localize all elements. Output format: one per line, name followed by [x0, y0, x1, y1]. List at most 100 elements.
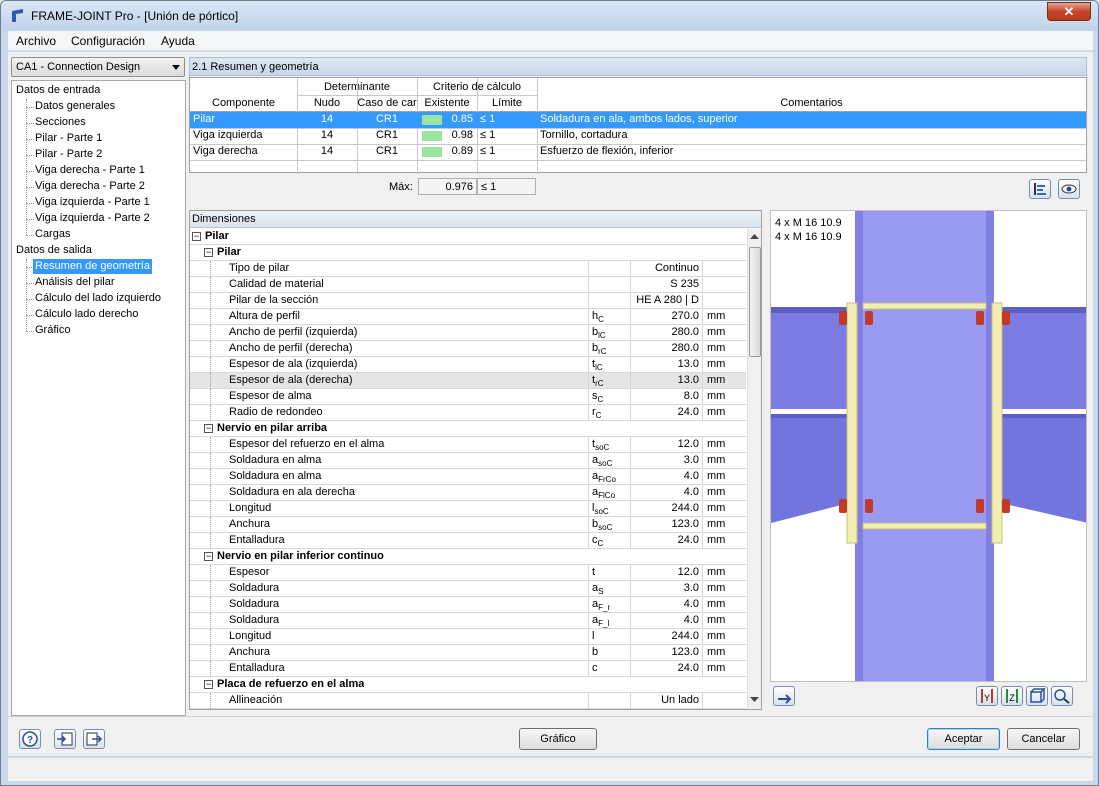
- summary-row[interactable]: Pilar 14 CR1 0.85 ≤ 1 Soldadura en ala, …: [190, 112, 1086, 128]
- dims-group[interactable]: − Nervio en pilar inferior continuo: [190, 549, 746, 565]
- menu-configuracion[interactable]: Configuración: [71, 34, 145, 48]
- dims-row[interactable]: Soldadura aF_r 4.0 mm: [190, 597, 746, 613]
- dims-value[interactable]: 4.0: [630, 597, 702, 612]
- nav-output-item[interactable]: Resumen de geometría: [33, 259, 152, 274]
- dims-value[interactable]: Continuo: [630, 261, 702, 276]
- nav-input-item[interactable]: Pilar - Parte 2: [35, 147, 102, 162]
- dims-value[interactable]: S 235: [630, 277, 702, 292]
- nav-output-item[interactable]: Cálculo lado derecho: [35, 307, 138, 322]
- joint-graphic[interactable]: 4 x M 16 10.9 4 x M 16 10.9: [770, 210, 1087, 682]
- nav-input-root[interactable]: Datos de entrada: [16, 83, 100, 98]
- title-bar[interactable]: FRAME-JOINT Pro - [Unión de pórtico] ✕: [1, 1, 1098, 31]
- import-button[interactable]: [54, 729, 76, 749]
- dims-value[interactable]: HE A 280 | D: [630, 293, 702, 308]
- summary-row[interactable]: Viga derecha 14 CR1 0.89 ≤ 1 Esfuerzo de…: [190, 144, 1086, 160]
- dims-value[interactable]: 24.0: [630, 533, 702, 548]
- dims-row[interactable]: Ancho de perfil (derecha) brC 280.0 mm: [190, 341, 746, 357]
- dims-value[interactable]: 13.0: [630, 357, 702, 372]
- dims-value[interactable]: 270.0: [630, 309, 702, 324]
- dims-row[interactable]: Espesor t 12.0 mm: [190, 565, 746, 581]
- collapse-icon[interactable]: −: [204, 680, 213, 689]
- collapse-icon[interactable]: −: [204, 552, 213, 561]
- dims-value[interactable]: 24.0: [630, 661, 702, 676]
- nav-output-item[interactable]: Gráfico: [35, 323, 70, 338]
- dims-row[interactable]: Longitud l 244.0 mm: [190, 629, 746, 645]
- dims-value[interactable]: 123.0: [630, 645, 702, 660]
- nav-input-item[interactable]: Secciones: [35, 115, 86, 130]
- dims-value[interactable]: 12.0: [630, 565, 702, 580]
- dims-row[interactable]: Entalladura c 24.0 mm: [190, 661, 746, 677]
- dims-value[interactable]: 4.0: [630, 485, 702, 500]
- dims-group[interactable]: − Placa de refuerzo en el alma: [190, 677, 746, 693]
- dims-value[interactable]: 3.0: [630, 581, 702, 596]
- nav-input-item[interactable]: Pilar - Parte 1: [35, 131, 102, 146]
- dims-value[interactable]: 3.0: [630, 453, 702, 468]
- help-button[interactable]: ?: [19, 729, 41, 749]
- nav-input-item[interactable]: Datos generales: [35, 99, 115, 114]
- collapse-icon[interactable]: −: [204, 424, 213, 433]
- collapse-icon[interactable]: −: [204, 248, 213, 257]
- menu-archivo[interactable]: Archivo: [16, 34, 56, 48]
- nav-input-item[interactable]: Viga derecha - Parte 2: [35, 179, 145, 194]
- dims-row[interactable]: Ancho de perfil (izquierda) blC 280.0 mm: [190, 325, 746, 341]
- dims-group[interactable]: − Nervio en pilar arriba: [190, 421, 746, 437]
- cancelar-button[interactable]: Cancelar: [1007, 728, 1080, 750]
- dims-value[interactable]: 12.0: [630, 437, 702, 452]
- nav-output-item[interactable]: Cálculo del lado izquierdo: [35, 291, 161, 306]
- dims-row[interactable]: Soldadura aS 3.0 mm: [190, 581, 746, 597]
- dims-row[interactable]: Espesor de ala (izquierda) tlC 13.0 mm: [190, 357, 746, 373]
- dims-value[interactable]: 244.0: [630, 629, 702, 644]
- view-y-button[interactable]: Y: [976, 686, 998, 706]
- nav-output-root[interactable]: Datos de salida: [16, 243, 92, 258]
- dims-row[interactable]: Calidad de material S 235: [190, 277, 746, 293]
- table-filter-button[interactable]: [1029, 179, 1051, 199]
- dims-row[interactable]: Pilar de la sección HE A 280 | D: [190, 293, 746, 309]
- dims-row[interactable]: Altura de perfil hC 270.0 mm: [190, 309, 746, 325]
- aceptar-button[interactable]: Aceptar: [927, 728, 1000, 750]
- dims-row[interactable]: Soldadura en alma asoC 3.0 mm: [190, 453, 746, 469]
- dims-value[interactable]: Un lado: [630, 693, 702, 708]
- scroll-up-icon[interactable]: [750, 233, 759, 239]
- dims-row[interactable]: Anchura bsoC 123.0 mm: [190, 517, 746, 533]
- export-graphic-button[interactable]: [773, 686, 795, 706]
- export-button[interactable]: [83, 729, 105, 749]
- dims-value[interactable]: 280.0: [630, 325, 702, 340]
- dims-row[interactable]: Espesor del refuerzo en el alma tsoC 12.…: [190, 437, 746, 453]
- view-iso-button[interactable]: [1026, 686, 1048, 706]
- collapse-icon[interactable]: −: [192, 232, 201, 241]
- dims-value[interactable]: 123.0: [630, 517, 702, 532]
- nav-input-item[interactable]: Viga izquierda - Parte 1: [35, 195, 150, 210]
- dims-row[interactable]: Soldadura en alma aFrCo 4.0 mm: [190, 469, 746, 485]
- dims-row[interactable]: Tipo de pilar Continuo: [190, 261, 746, 277]
- dims-row[interactable]: Allineación Un lado: [190, 693, 746, 709]
- dims-row[interactable]: Soldadura en ala derecha aFlCo 4.0 mm: [190, 485, 746, 501]
- dims-row[interactable]: Espesor de ala (derecha) trC 13.0 mm: [190, 373, 746, 389]
- menu-ayuda[interactable]: Ayuda: [161, 34, 195, 48]
- dims-row[interactable]: Anchura b 123.0 mm: [190, 645, 746, 661]
- dims-row[interactable]: Entalladura cC 24.0 mm: [190, 533, 746, 549]
- nav-output-item[interactable]: Análisis del pilar: [35, 275, 114, 290]
- scroll-thumb[interactable]: [749, 247, 761, 357]
- scroll-down-icon[interactable]: [750, 697, 759, 703]
- dims-row[interactable]: Espesor de alma sC 8.0 mm: [190, 389, 746, 405]
- dims-row[interactable]: Radio de redondeo rC 24.0 mm: [190, 405, 746, 421]
- zoom-reset-button[interactable]: [1051, 686, 1073, 706]
- nav-input-item[interactable]: Viga izquierda - Parte 2: [35, 211, 150, 226]
- nav-input-item[interactable]: Viga derecha - Parte 1: [35, 163, 145, 178]
- summary-row[interactable]: Viga izquierda 14 CR1 0.98 ≤ 1 Tornillo,…: [190, 128, 1086, 144]
- dims-row[interactable]: Longitud lsoC 244.0 mm: [190, 501, 746, 517]
- dims-value[interactable]: 8.0: [630, 389, 702, 404]
- dims-group[interactable]: − Pilar: [190, 229, 746, 245]
- nav-input-item[interactable]: Cargas: [35, 227, 70, 242]
- dims-group[interactable]: − Pilar: [190, 245, 746, 261]
- dims-value[interactable]: 280.0: [630, 341, 702, 356]
- dims-value[interactable]: 4.0: [630, 469, 702, 484]
- case-select[interactable]: CA1 - Connection Design: [11, 57, 185, 77]
- view-z-button[interactable]: Z: [1001, 686, 1023, 706]
- grafico-button[interactable]: Gráfico: [519, 728, 597, 750]
- dims-value[interactable]: 244.0: [630, 501, 702, 516]
- dims-value[interactable]: 24.0: [630, 405, 702, 420]
- dimensions-scrollbar[interactable]: [747, 229, 761, 709]
- dims-row[interactable]: Soldadura aF_l 4.0 mm: [190, 613, 746, 629]
- dims-value[interactable]: 13.0: [630, 373, 702, 388]
